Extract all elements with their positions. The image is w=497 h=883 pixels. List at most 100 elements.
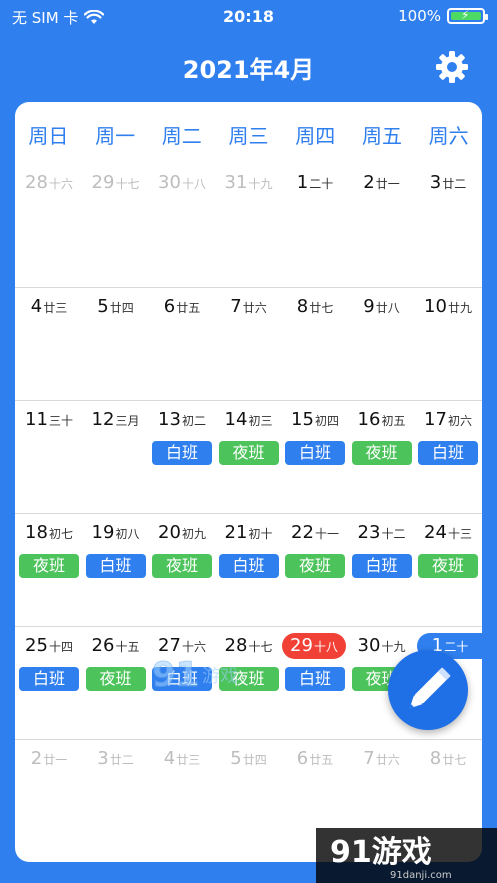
lunar-date: 十九 (248, 177, 273, 191)
edit-shift-button[interactable] (388, 650, 468, 730)
day-number: 9 (363, 296, 375, 317)
day-number: 5 (230, 748, 242, 769)
calendar-day[interactable]: 30十八 (149, 164, 215, 274)
lunar-date: 十三 (447, 527, 472, 541)
day-label: 18初七 (16, 522, 82, 543)
day-number: 21 (224, 522, 248, 543)
lunar-date: 十八 (181, 177, 206, 191)
calendar-day[interactable]: 15初四 白班 (282, 401, 348, 511)
night-shift-badge: 夜班 (19, 554, 79, 578)
calendar-card: 周日 周一 周二 周三 周四 周五 周六 28十六 29十七 30十八 31十九 1二十… (15, 102, 482, 862)
day-number: 8 (429, 748, 442, 769)
battery-percent: 100% (398, 7, 441, 25)
lunar-date: 初七 (48, 527, 73, 541)
day-number: 18 (25, 522, 48, 543)
day-label: 6廿五 (149, 296, 215, 317)
calendar-day-today[interactable]: 29十八 白班 (282, 627, 348, 737)
day-number: 3 (429, 172, 442, 193)
svg-text:91: 91 (152, 655, 199, 695)
calendar-week: 11三十 12三月 13初二 白班 14初三 夜班 15初四 白班 16初五 夜班 17初六 白班 (15, 400, 482, 513)
calendar-day[interactable]: 1二十 (282, 164, 348, 274)
settings-gear-icon[interactable] (435, 50, 469, 84)
lunar-date: 十一 (314, 527, 339, 541)
day-number: 10 (424, 296, 447, 317)
calendar-day[interactable]: 25十四 白班 (16, 627, 82, 737)
day-label: 15初四 (282, 409, 348, 430)
day-number: 19 (91, 522, 115, 543)
calendar-day[interactable]: 2廿一 (16, 740, 82, 850)
calendar-day[interactable]: 21初十 白班 (216, 514, 282, 624)
calendar-day[interactable]: 26十五 夜班 (83, 627, 149, 737)
calendar-day[interactable]: 24十三 夜班 (415, 514, 481, 624)
day-number: 4 (30, 296, 43, 317)
calendar-day[interactable]: 5廿四 (216, 740, 282, 850)
lunar-date: 十五 (115, 640, 140, 654)
calendar-day[interactable]: 2廿一 (349, 164, 415, 274)
day-label: 10廿九 (415, 296, 481, 317)
day-number: 6 (163, 296, 176, 317)
calendar-day[interactable]: 3廿二 (415, 164, 481, 274)
calendar-day[interactable]: 7廿六 (216, 288, 282, 398)
calendar-day[interactable]: 4廿三 (149, 740, 215, 850)
day-label: 2廿一 (349, 172, 415, 193)
calendar-day[interactable]: 10廿九 (415, 288, 481, 398)
day-number: 17 (424, 409, 447, 430)
calendar-day[interactable]: 18初七夜班 (16, 514, 82, 624)
calendar-day[interactable]: 20初九 夜班 (149, 514, 215, 624)
lunar-date: 十四 (48, 640, 73, 654)
day-number: 23 (357, 522, 381, 543)
day-label: 7廿六 (349, 748, 415, 769)
day-number: 5 (97, 296, 109, 317)
calendar-day[interactable]: 16初五 夜班 (349, 401, 415, 511)
day-number: 7 (363, 748, 375, 769)
day-number: 15 (291, 409, 314, 430)
day-label: 9廿八 (349, 296, 415, 317)
calendar-day[interactable]: 3廿二 (83, 740, 149, 850)
lunar-date: 十二 (381, 527, 406, 541)
day-number: 26 (91, 635, 115, 656)
day-label: 3廿二 (83, 748, 149, 769)
status-bar: 无 SIM 卡 20:18 100% ⚡ (0, 0, 497, 34)
lunar-date: 初九 (181, 527, 206, 541)
calendar-week: 28十六 29十七 30十八 31十九 1二十 2廿一 3廿二 (15, 164, 482, 277)
day-label: 12三月 (83, 409, 149, 430)
lunar-date: 廿五 (309, 753, 334, 767)
day-number: 28 (25, 172, 48, 193)
day-number: 12 (91, 409, 115, 430)
calendar-day[interactable]: 31十九 (216, 164, 282, 274)
day-number: 25 (25, 635, 48, 656)
calendar-day[interactable]: 9廿八 (349, 288, 415, 398)
day-number: 11 (25, 409, 48, 430)
calendar-day[interactable]: 13初二 白班 (149, 401, 215, 511)
calendar-day[interactable]: 14初三 夜班 (216, 401, 282, 511)
calendar-day[interactable]: 12三月 (83, 401, 149, 511)
calendar-day[interactable]: 23十二白班 (349, 514, 415, 624)
lunar-date: 廿二 (109, 753, 134, 767)
calendar-day[interactable]: 6廿五 (149, 288, 215, 398)
calendar-day[interactable]: 5廿四 (83, 288, 149, 398)
calendar-week: 4廿三 5廿四 6廿五 7廿六 8廿七 9廿八 10廿九 (15, 287, 482, 400)
day-number: 14 (224, 409, 248, 430)
day-shift-badge: 白班 (351, 554, 412, 578)
day-label: 21初十 (216, 522, 282, 543)
lunar-date: 廿三 (176, 753, 201, 767)
calendar-day[interactable]: 22十一 夜班 (282, 514, 348, 624)
calendar-day[interactable]: 8廿七 (282, 288, 348, 398)
night-shift-badge: 夜班 (418, 554, 478, 578)
calendar-day[interactable]: 11三十 (16, 401, 82, 511)
calendar-day[interactable]: 17初六 白班 (415, 401, 481, 511)
calendar-day[interactable]: 4廿三 (16, 288, 82, 398)
lunar-date: 廿七 (309, 301, 334, 315)
calendar-day[interactable]: 19初八 白班 (83, 514, 149, 624)
day-label: 4廿三 (16, 296, 82, 317)
day-number: 1 (296, 172, 309, 193)
day-number: 4 (163, 748, 176, 769)
day-label: 8廿七 (415, 748, 481, 769)
day-label: 1二十 (282, 172, 348, 193)
day-number: 31 (224, 172, 248, 193)
header: 2021年4月 (0, 42, 497, 92)
lunar-date: 十八 (313, 640, 338, 654)
calendar-day[interactable]: 28十六 (16, 164, 82, 274)
month-title[interactable]: 2021年4月 (0, 50, 497, 85)
calendar-day[interactable]: 29十七 (83, 164, 149, 274)
